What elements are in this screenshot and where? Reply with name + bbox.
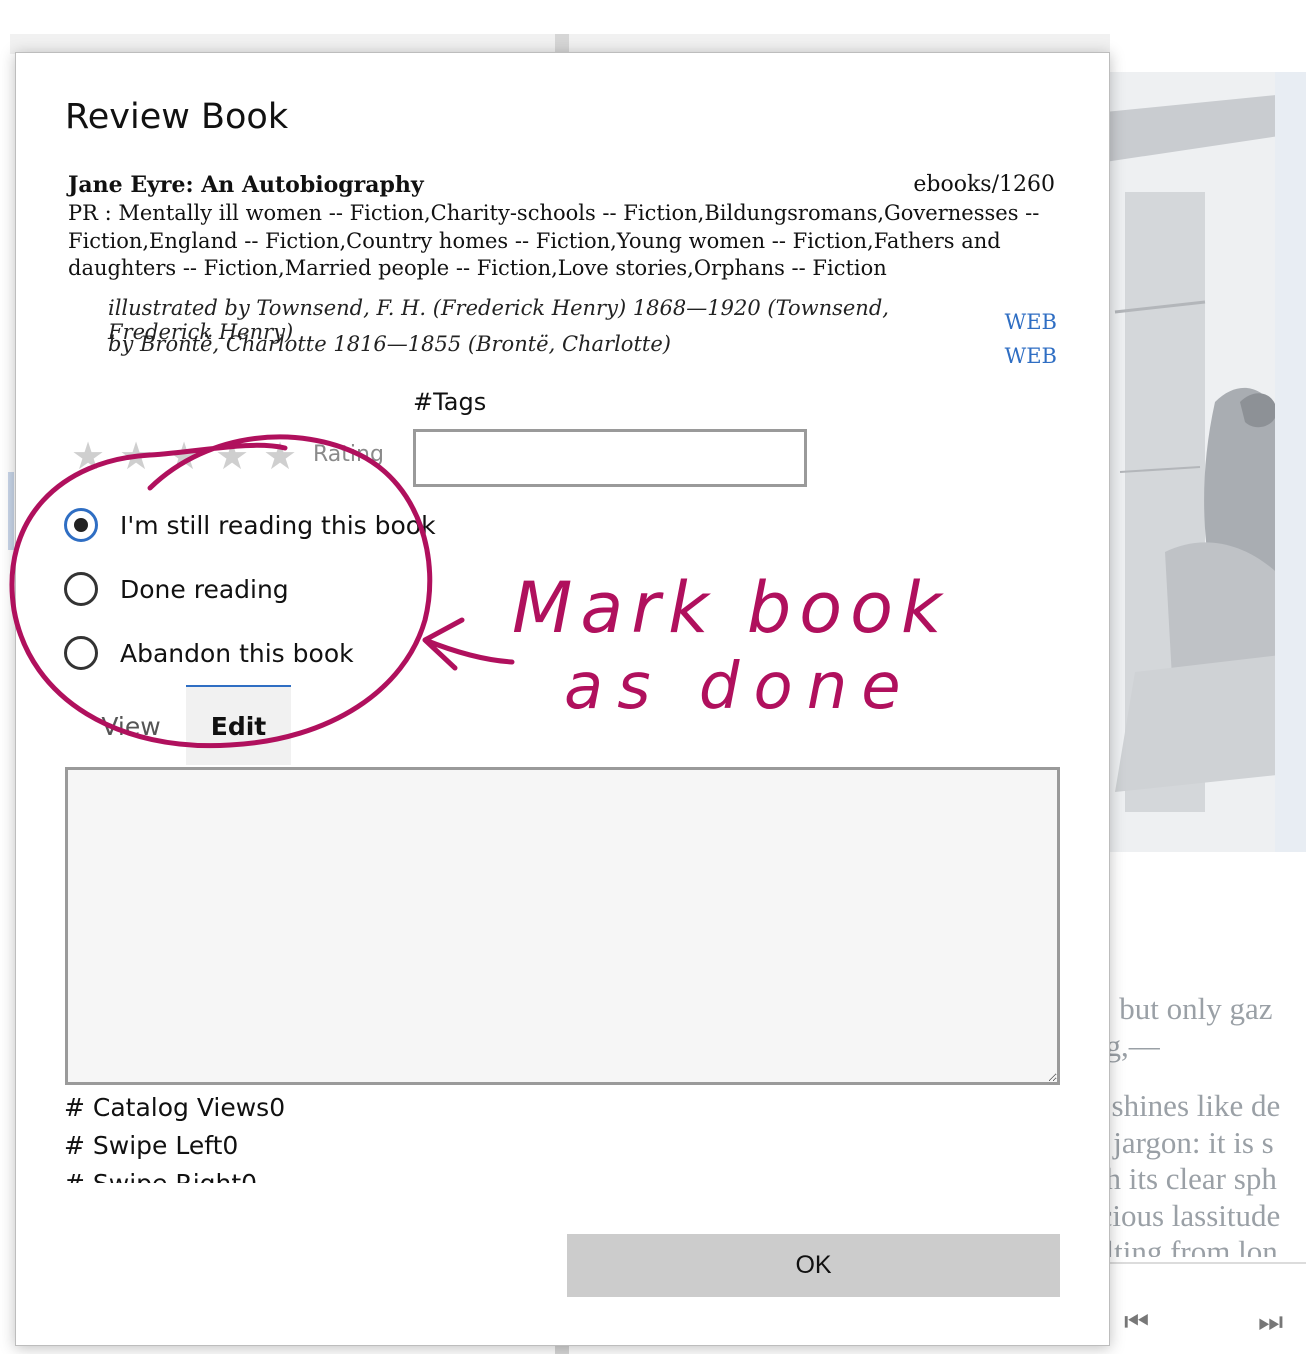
background-text-line: ulting from lon	[1090, 1234, 1278, 1257]
tags-input[interactable]	[413, 429, 807, 487]
star-5-icon[interactable]: ★	[256, 434, 304, 478]
tab-edit[interactable]: Edit	[186, 687, 291, 765]
background-text-line: e shines like de	[1090, 1088, 1281, 1123]
background-text-line: y jargon: it is s	[1090, 1125, 1274, 1160]
book-illustration	[1105, 72, 1306, 852]
radio-label: Abandon this book	[120, 638, 354, 668]
tags-label: #Tags	[413, 388, 487, 416]
stat-swipe-right: # Swipe Right0	[64, 1165, 564, 1183]
rating-label: Rating	[313, 442, 384, 467]
background-scrollbar[interactable]	[1110, 1262, 1306, 1274]
book-id: ebooks/1260	[913, 172, 1055, 197]
book-title: Jane Eyre: An Autobiography	[68, 172, 424, 198]
radio-done-reading[interactable]: Done reading	[64, 567, 289, 611]
star-4-icon[interactable]: ★	[208, 434, 256, 478]
stat-catalog-views: # Catalog Views0	[64, 1093, 286, 1122]
radio-label: I'm still reading this book	[120, 510, 436, 540]
radio-button[interactable]	[64, 572, 98, 606]
radio-button-checked[interactable]	[64, 508, 98, 542]
star-2-icon[interactable]: ★	[112, 434, 160, 478]
stats-list: # Catalog Views0 # Swipe Left0 # Swipe R…	[64, 1089, 564, 1183]
book-subjects: PR : Mentally ill women -- Fiction,Chari…	[68, 201, 1040, 280]
star-1-icon[interactable]: ★	[64, 434, 112, 478]
background-text-line: icious lassitude	[1090, 1198, 1281, 1233]
radio-button[interactable]	[64, 636, 98, 670]
radio-label: Done reading	[120, 574, 289, 604]
dialog-title: Review Book	[65, 97, 289, 137]
background-selection-accent	[8, 472, 14, 550]
previous-page-icon[interactable]: ⏮	[1124, 1305, 1149, 1339]
background-text-line: e, but only gaz	[1090, 991, 1273, 1026]
author-credit: by Brontë, Charlotte 1816—1855 (Brontë, …	[108, 332, 671, 356]
radio-abandon[interactable]: Abandon this book	[64, 631, 354, 675]
tab-view[interactable]: View	[76, 687, 186, 765]
background-text-line: gh its clear sph	[1090, 1161, 1277, 1196]
radio-still-reading[interactable]: I'm still reading this book	[64, 503, 436, 547]
illustrator-web-link[interactable]: WEB	[1005, 310, 1057, 334]
next-page-icon[interactable]: ⏭	[1258, 1305, 1283, 1339]
stat-swipe-left: # Swipe Left0	[64, 1131, 239, 1160]
ok-button[interactable]: OK	[567, 1234, 1060, 1297]
review-text-area[interactable]	[65, 767, 1060, 1085]
star-3-icon[interactable]: ★	[160, 434, 208, 478]
rating-stars: ★ ★ ★ ★ ★	[64, 433, 304, 479]
review-book-dialog: Review Book Jane Eyre: An Autobiography …	[15, 52, 1110, 1346]
author-web-link[interactable]: WEB	[1005, 344, 1057, 368]
